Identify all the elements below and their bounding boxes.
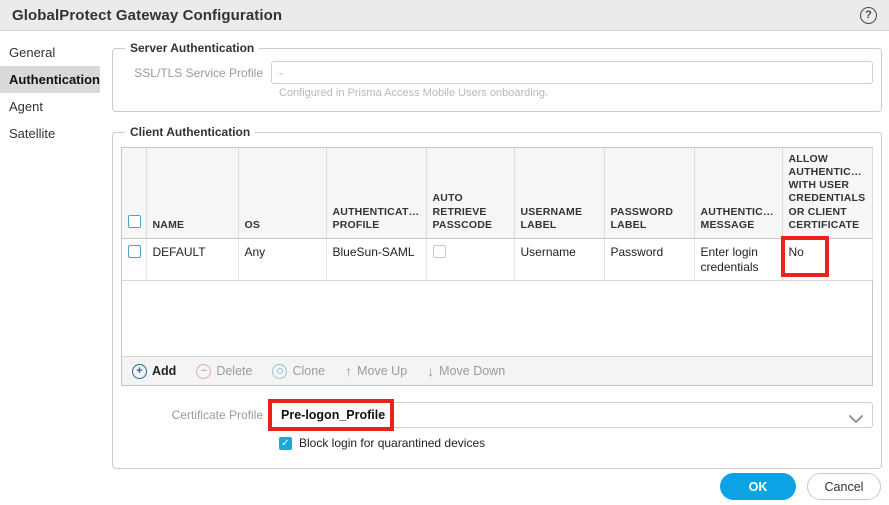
header-password-label[interactable]: PASSWORD LABEL — [604, 148, 694, 238]
certificate-profile-value: Pre-logon_Profile — [281, 408, 385, 422]
sidebar-item-general[interactable]: General — [0, 39, 100, 66]
client-authentication-section: Client Authentication NAME OS — [112, 125, 882, 469]
clone-icon — [272, 364, 287, 379]
help-icon[interactable]: ? — [860, 7, 877, 24]
globalprotect-gateway-config-dialog: GlobalProtect Gateway Configuration ? Ge… — [0, 0, 889, 505]
delete-button[interactable]: − Delete — [196, 364, 252, 379]
cell-authentication-message[interactable]: Enter login credentials — [694, 238, 782, 280]
client-authentication-legend: Client Authentication — [125, 125, 255, 139]
move-up-icon: ↑ — [345, 363, 352, 379]
header-authentication-profile[interactable]: AUTHENTICAT… PROFILE — [326, 148, 426, 238]
header-name[interactable]: NAME — [146, 148, 238, 238]
ssl-tls-service-profile-label: SSL/TLS Service Profile — [121, 66, 271, 80]
block-login-label: Block login for quarantined devices — [299, 436, 485, 450]
header-select-all-cell — [122, 148, 146, 238]
cell-name[interactable]: DEFAULT — [146, 238, 238, 280]
header-auto-retrieve-passcode[interactable]: AUTO RETRIEVE PASSCODE — [426, 148, 514, 238]
auto-retrieve-checkbox[interactable] — [433, 245, 446, 258]
row-select-cell — [122, 238, 146, 280]
move-up-button[interactable]: ↑ Move Up — [345, 363, 407, 379]
delete-icon: − — [196, 364, 211, 379]
table-header-row: NAME OS AUTHENTICAT… PROFILE AUTO RETRIE… — [122, 148, 872, 238]
row-checkbox[interactable] — [128, 245, 141, 258]
header-authentication-message[interactable]: AUTHENTIC… MESSAGE — [694, 148, 782, 238]
select-all-checkbox[interactable] — [128, 215, 141, 228]
cell-os[interactable]: Any — [238, 238, 326, 280]
server-authentication-section: Server Authentication SSL/TLS Service Pr… — [112, 41, 882, 112]
certificate-profile-dropdown[interactable]: Pre-logon_Profile — [271, 402, 873, 428]
cell-authentication-profile[interactable]: BlueSun-SAML — [326, 238, 426, 280]
ssl-tls-service-profile-value: - — [279, 66, 283, 80]
server-authentication-legend: Server Authentication — [125, 41, 259, 55]
move-down-button[interactable]: ↓ Move Down — [427, 363, 505, 379]
cell-username-label[interactable]: Username — [514, 238, 604, 280]
header-os[interactable]: OS — [238, 148, 326, 238]
table-empty-area — [122, 280, 872, 356]
block-login-checkbox[interactable]: ✓ — [279, 437, 292, 450]
table-toolbar: + Add − Delete Clone ↑ — [122, 356, 872, 385]
ssl-tls-service-profile-input[interactable]: - — [271, 61, 873, 84]
chevron-down-icon — [849, 411, 863, 429]
table-row[interactable]: DEFAULT Any BlueSun-SAML Username Passwo… — [122, 238, 872, 280]
cell-allow-authentication[interactable]: No — [782, 238, 872, 280]
client-auth-table: NAME OS AUTHENTICAT… PROFILE AUTO RETRIE… — [121, 147, 873, 386]
cancel-button[interactable]: Cancel — [807, 473, 881, 500]
sidebar-item-satellite[interactable]: Satellite — [0, 120, 100, 147]
dialog-footer: OK Cancel — [720, 473, 881, 500]
cell-password-label[interactable]: Password — [604, 238, 694, 280]
add-button[interactable]: + Add — [132, 364, 176, 379]
dialog-title: GlobalProtect Gateway Configuration — [12, 7, 282, 24]
move-down-icon: ↓ — [427, 363, 434, 379]
header-username-label[interactable]: USERNAME LABEL — [514, 148, 604, 238]
cell-auto-retrieve — [426, 238, 514, 280]
clone-button[interactable]: Clone — [272, 364, 325, 379]
certificate-profile-label: Certificate Profile — [121, 408, 271, 422]
sidebar: General Authentication Agent Satellite — [0, 31, 100, 482]
header-allow-authentication[interactable]: ALLOW AUTHENTIC… WITH USER CREDENTIALS O… — [782, 148, 872, 238]
dialog-titlebar: GlobalProtect Gateway Configuration ? — [0, 0, 889, 31]
ssl-tls-hint-text: Configured in Prisma Access Mobile Users… — [279, 87, 873, 99]
sidebar-item-agent[interactable]: Agent — [0, 93, 100, 120]
add-icon: + — [132, 364, 147, 379]
sidebar-item-authentication[interactable]: Authentication — [0, 66, 100, 93]
ok-button[interactable]: OK — [720, 473, 796, 500]
